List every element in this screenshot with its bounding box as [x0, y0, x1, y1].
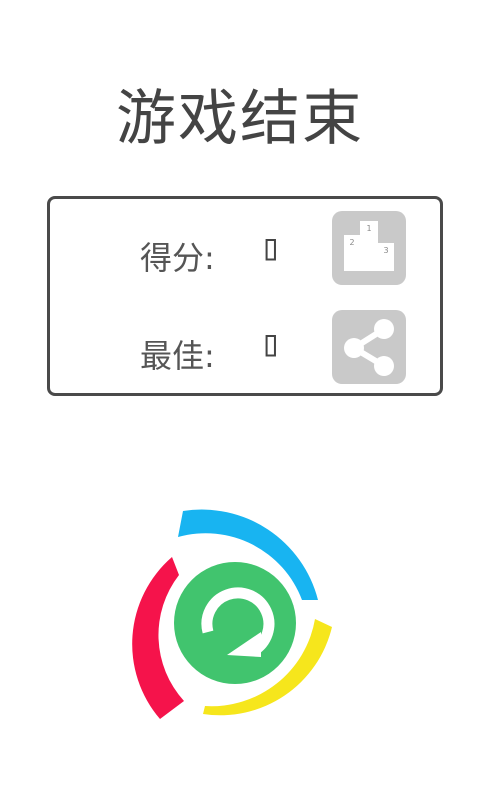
podium-rank-2: 2: [349, 238, 354, 247]
best-label: 最佳:: [140, 337, 215, 375]
score-value: ▯: [260, 227, 282, 268]
share-button[interactable]: [332, 310, 406, 384]
score-label: 得分:: [140, 239, 215, 277]
podium-icon: 1 2 3: [344, 221, 394, 271]
best-value: ▯: [260, 323, 282, 364]
podium-rank-3: 3: [383, 246, 388, 255]
game-over-title: 游戏结束: [116, 84, 364, 154]
score-panel: 得分: ▯ 最佳: ▯ 1 2 3: [47, 196, 443, 396]
replay-circle: [174, 562, 296, 684]
replay-button[interactable]: [120, 505, 360, 725]
share-icon: [344, 319, 394, 376]
leaderboard-button[interactable]: 1 2 3: [332, 211, 406, 285]
podium-rank-1: 1: [366, 224, 371, 233]
replay-icon: [132, 509, 332, 719]
